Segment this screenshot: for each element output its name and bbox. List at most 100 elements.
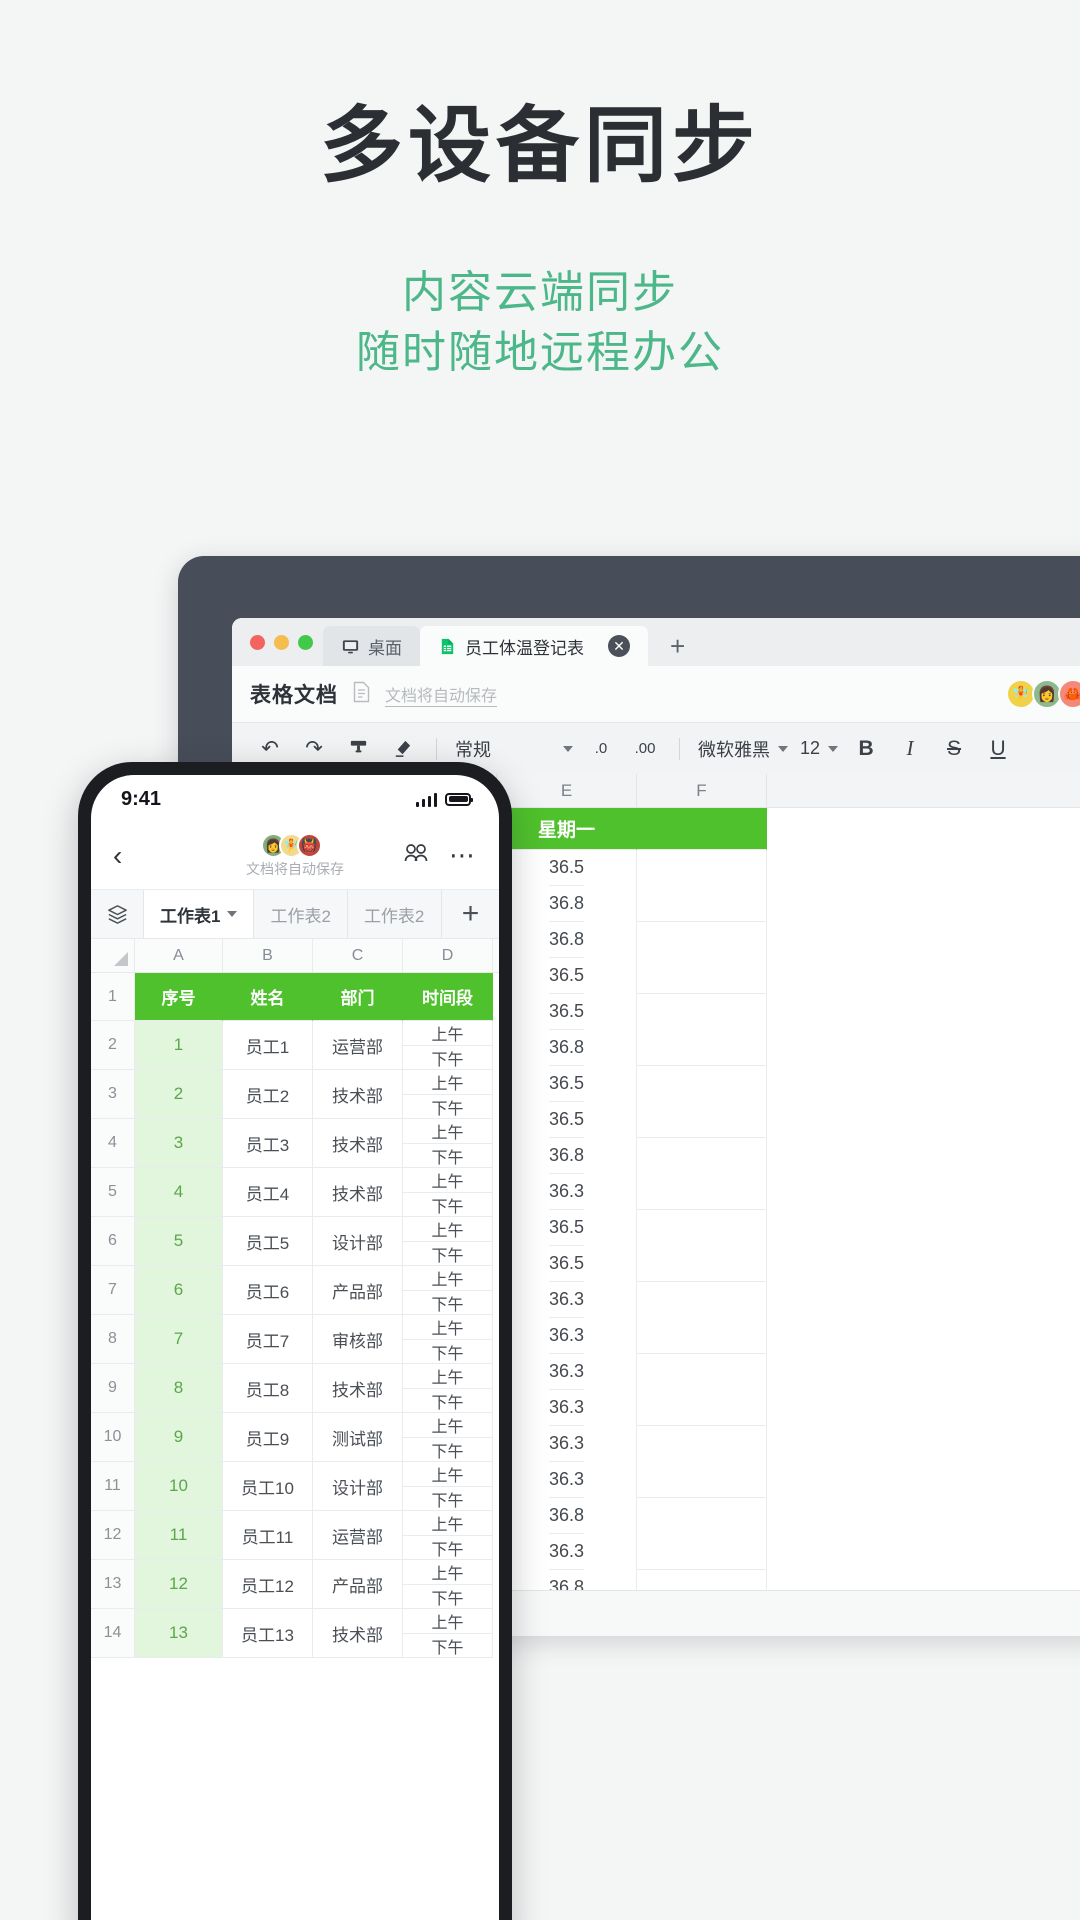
cell-sequence[interactable]: 10 (135, 1462, 223, 1511)
row-header[interactable]: 3 (91, 1070, 135, 1119)
italic-button[interactable]: I (888, 729, 932, 769)
column-header[interactable]: F (637, 774, 767, 807)
cell-sequence[interactable]: 11 (135, 1511, 223, 1560)
table-row[interactable]: 9 8 员工8 技术部 上午 下午 (91, 1364, 499, 1413)
row-header[interactable]: 5 (91, 1168, 135, 1217)
table-row[interactable]: 5 4 员工4 技术部 上午 下午 (91, 1168, 499, 1217)
strikethrough-button[interactable]: S (932, 729, 976, 769)
cell-department[interactable]: 运营部 (313, 1021, 403, 1070)
table-row[interactable]: 8 7 员工7 审核部 上午 下午 (91, 1315, 499, 1364)
cell-name[interactable]: 员工2 (223, 1070, 313, 1119)
cell-sequence[interactable]: 8 (135, 1364, 223, 1413)
cell-department[interactable]: 审核部 (313, 1315, 403, 1364)
cell-name[interactable]: 员工12 (223, 1560, 313, 1609)
layers-icon[interactable] (91, 890, 143, 938)
cell-name[interactable]: 员工13 (223, 1609, 313, 1658)
cell-empty[interactable] (637, 1426, 767, 1498)
cell-temperature[interactable]: 36.8 36.5 (497, 922, 637, 994)
cell-temperature[interactable]: 36.5 36.5 (497, 1066, 637, 1138)
cell-temperature[interactable]: 36.5 36.8 (497, 994, 637, 1066)
row-header[interactable]: 8 (91, 1315, 135, 1364)
header-cell[interactable] (637, 808, 767, 850)
cell-temperature[interactable]: 36.3 36.3 (497, 1354, 637, 1426)
cell-name[interactable]: 员工11 (223, 1511, 313, 1560)
table-row[interactable]: 7 6 员工6 产品部 上午 下午 (91, 1266, 499, 1315)
cell-temperature[interactable]: 36.836.3 (497, 1138, 637, 1210)
chevron-left-icon[interactable]: ‹ (113, 842, 122, 870)
table-row[interactable]: 11 10 员工10 设计部 上午 下午 (91, 1462, 499, 1511)
cell-empty[interactable] (637, 1210, 767, 1282)
new-tab-button[interactable]: + (648, 626, 707, 666)
phone-grid-body[interactable]: 1 序号 姓名 部门 时间段 2 1 员工1 运营部 上午 下午 3 2 员工2 技术部 上午 下午 4 3 员工3 技… (91, 973, 499, 1658)
close-window-button[interactable] (250, 634, 265, 650)
table-row[interactable]: 12 11 员工11 运营部 上午 下午 (91, 1511, 499, 1560)
cell-temperature[interactable]: 36.5 36.5 (497, 1210, 637, 1282)
cell-department[interactable]: 技术部 (313, 1364, 403, 1413)
cell-department[interactable]: 产品部 (313, 1266, 403, 1315)
decimal-decrease-button[interactable]: .0 (579, 729, 623, 769)
column-header[interactable]: C (313, 939, 403, 972)
table-row[interactable]: 13 12 员工12 产品部 上午 下午 (91, 1560, 499, 1609)
cell-temperature[interactable]: 36.3 36.3 (497, 1282, 637, 1354)
more-icon[interactable]: ⋯ (449, 843, 477, 868)
collaborator-avatars[interactable]: 🧚 👩 🦀 🌙 🙂 (1006, 679, 1080, 709)
cell-sequence[interactable]: 1 (135, 1021, 223, 1070)
bold-button[interactable]: B (844, 729, 888, 769)
cell-temperature[interactable]: 36.3 36.3 (497, 1426, 637, 1498)
cell-department[interactable]: 产品部 (313, 1560, 403, 1609)
cell-department[interactable]: 设计部 (313, 1217, 403, 1266)
cell-department[interactable]: 设计部 (313, 1462, 403, 1511)
cell-time-slot[interactable]: 上午下午 (403, 1462, 493, 1511)
cell-sequence[interactable]: 7 (135, 1315, 223, 1364)
row-header[interactable]: 1 (91, 973, 135, 1021)
cell-name[interactable]: 员工1 (223, 1021, 313, 1070)
cell-temperature[interactable]: 36.836.3 (497, 1498, 637, 1570)
header-cell[interactable]: 部门 (313, 973, 403, 1021)
cell-name[interactable]: 员工10 (223, 1462, 313, 1511)
cell-name[interactable]: 员工8 (223, 1364, 313, 1413)
cell-empty[interactable] (637, 1066, 767, 1138)
cell-time-slot[interactable]: 上午下午 (403, 1168, 493, 1217)
cell-empty[interactable] (637, 922, 767, 994)
table-row[interactable]: 2 1 员工1 运营部 上午 下午 (91, 1021, 499, 1070)
cell-time-slot[interactable]: 上午下午 (403, 1119, 493, 1168)
row-header[interactable]: 13 (91, 1560, 135, 1609)
close-icon[interactable]: ✕ (608, 635, 630, 657)
row-header[interactable]: 9 (91, 1364, 135, 1413)
cell-name[interactable]: 员工7 (223, 1315, 313, 1364)
cell-department[interactable]: 测试部 (313, 1413, 403, 1462)
people-icon[interactable] (403, 843, 429, 870)
cell-sequence[interactable]: 4 (135, 1168, 223, 1217)
row-header[interactable]: 4 (91, 1119, 135, 1168)
underline-button[interactable]: U (976, 729, 1020, 769)
cell-name[interactable]: 员工6 (223, 1266, 313, 1315)
table-row[interactable]: 4 3 员工3 技术部 上午 下午 (91, 1119, 499, 1168)
cell-name[interactable]: 员工4 (223, 1168, 313, 1217)
cell-temperature[interactable]: 36.5 36.8 (497, 850, 637, 922)
minimize-window-button[interactable] (274, 634, 289, 650)
cell-sequence[interactable]: 9 (135, 1413, 223, 1462)
header-cell[interactable]: 星期一 (497, 808, 637, 850)
cell-department[interactable]: 运营部 (313, 1511, 403, 1560)
cell-sequence[interactable]: 3 (135, 1119, 223, 1168)
add-sheet-button[interactable]: + (441, 890, 499, 938)
avatar[interactable]: 🦀 (1058, 679, 1080, 709)
cell-empty[interactable] (637, 1138, 767, 1210)
header-cell[interactable]: 姓名 (223, 973, 313, 1021)
phone-sheet-tab-bar[interactable]: 工作表1 工作表2 工作表2 + (91, 889, 499, 939)
row-header[interactable]: 6 (91, 1217, 135, 1266)
row-header[interactable]: 10 (91, 1413, 135, 1462)
row-header[interactable]: 7 (91, 1266, 135, 1315)
cell-sequence[interactable]: 5 (135, 1217, 223, 1266)
cell-name[interactable]: 员工9 (223, 1413, 313, 1462)
row-header[interactable]: 2 (91, 1021, 135, 1070)
table-row[interactable]: 10 9 员工9 测试部 上午 下午 (91, 1413, 499, 1462)
select-all-corner[interactable] (91, 939, 135, 972)
cell-time-slot[interactable]: 上午下午 (403, 1266, 493, 1315)
cell-empty[interactable] (637, 1282, 767, 1354)
cell-department[interactable]: 技术部 (313, 1609, 403, 1658)
cell-empty[interactable] (637, 1354, 767, 1426)
number-format-dropdown[interactable]: 常规 (449, 736, 579, 762)
row-header[interactable]: 12 (91, 1511, 135, 1560)
font-size-dropdown[interactable]: 12 (794, 738, 844, 759)
